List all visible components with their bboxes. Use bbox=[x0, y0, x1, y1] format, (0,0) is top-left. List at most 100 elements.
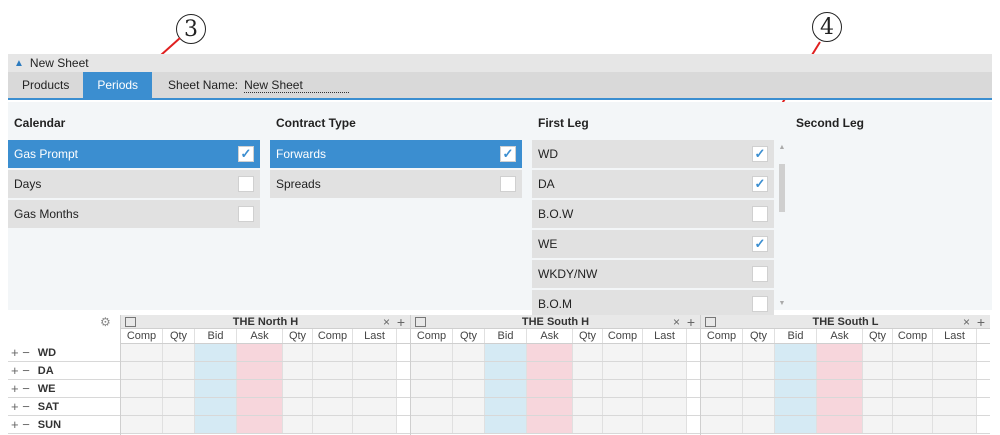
add-icon[interactable]: + bbox=[687, 314, 695, 330]
tab-periods[interactable]: Periods bbox=[83, 72, 153, 98]
table-cell[interactable] bbox=[775, 362, 817, 379]
table-cell[interactable] bbox=[163, 362, 195, 379]
column-header[interactable]: Bid bbox=[485, 329, 527, 343]
table-cell[interactable] bbox=[163, 398, 195, 415]
table-cell[interactable] bbox=[817, 380, 863, 397]
checkbox[interactable] bbox=[238, 176, 254, 192]
contract-item-spreads[interactable]: Spreads bbox=[270, 170, 522, 198]
column-header[interactable]: Comp bbox=[701, 329, 743, 343]
table-cell[interactable] bbox=[121, 380, 163, 397]
table-cell[interactable] bbox=[411, 380, 453, 397]
table-cell[interactable] bbox=[817, 398, 863, 415]
column-header[interactable]: Qty bbox=[863, 329, 893, 343]
table-cell[interactable] bbox=[603, 362, 643, 379]
table-cell[interactable] bbox=[353, 362, 397, 379]
table-cell[interactable] bbox=[453, 380, 485, 397]
table-cell[interactable] bbox=[863, 398, 893, 415]
table-cell[interactable] bbox=[775, 344, 817, 361]
calendar-item-gas-months[interactable]: Gas Months bbox=[8, 200, 260, 228]
checkbox[interactable] bbox=[752, 206, 768, 222]
table-cell[interactable] bbox=[283, 362, 313, 379]
checkbox[interactable] bbox=[752, 266, 768, 282]
column-header[interactable]: Qty bbox=[283, 329, 313, 343]
row-label-sun[interactable]: + − SUN bbox=[8, 416, 120, 434]
table-cell[interactable] bbox=[237, 344, 283, 361]
add-icon[interactable]: + bbox=[977, 314, 985, 330]
first-leg-scrollbar[interactable]: ▲ ▼ bbox=[777, 140, 787, 310]
table-cell[interactable] bbox=[743, 416, 775, 433]
table-cell[interactable] bbox=[603, 380, 643, 397]
close-icon[interactable]: × bbox=[963, 315, 970, 329]
checkbox[interactable] bbox=[752, 296, 768, 312]
table-cell[interactable] bbox=[643, 362, 687, 379]
table-cell[interactable] bbox=[603, 416, 643, 433]
table-cell[interactable] bbox=[485, 362, 527, 379]
table-cell[interactable] bbox=[283, 416, 313, 433]
scroll-thumb[interactable] bbox=[779, 164, 785, 212]
table-cell[interactable] bbox=[573, 398, 603, 415]
column-header[interactable]: Last bbox=[353, 329, 397, 343]
table-cell[interactable] bbox=[933, 362, 977, 379]
column-header[interactable]: Ask bbox=[817, 329, 863, 343]
table-cell[interactable] bbox=[775, 380, 817, 397]
table-cell[interactable] bbox=[527, 380, 573, 397]
table-cell[interactable] bbox=[353, 398, 397, 415]
row-label-wd[interactable]: + − WD bbox=[8, 344, 120, 362]
table-cell[interactable] bbox=[701, 380, 743, 397]
table-cell[interactable] bbox=[453, 344, 485, 361]
table-cell[interactable] bbox=[933, 398, 977, 415]
table-cell[interactable] bbox=[573, 416, 603, 433]
table-cell[interactable] bbox=[353, 380, 397, 397]
table-cell[interactable] bbox=[743, 344, 775, 361]
table-cell[interactable] bbox=[643, 398, 687, 415]
table-cell[interactable] bbox=[485, 416, 527, 433]
table-cell[interactable] bbox=[643, 416, 687, 433]
table-cell[interactable] bbox=[643, 344, 687, 361]
table-cell[interactable] bbox=[163, 344, 195, 361]
table-cell[interactable] bbox=[701, 344, 743, 361]
checkbox[interactable]: ✓ bbox=[500, 146, 516, 162]
row-controls[interactable]: + − bbox=[11, 363, 30, 378]
table-cell[interactable] bbox=[817, 344, 863, 361]
tab-products[interactable]: Products bbox=[8, 72, 83, 98]
first-leg-item-bom[interactable]: B.O.M bbox=[532, 290, 774, 318]
table-cell[interactable] bbox=[411, 398, 453, 415]
checkbox[interactable] bbox=[238, 206, 254, 222]
table-cell[interactable] bbox=[163, 416, 195, 433]
table-cell[interactable] bbox=[701, 416, 743, 433]
table-cell[interactable] bbox=[775, 398, 817, 415]
table-cell[interactable] bbox=[863, 344, 893, 361]
column-header[interactable]: Qty bbox=[453, 329, 485, 343]
sheet-header[interactable]: ▲ New Sheet bbox=[8, 54, 992, 72]
table-cell[interactable] bbox=[485, 398, 527, 415]
table-cell[interactable] bbox=[893, 416, 933, 433]
table-cell[interactable] bbox=[527, 398, 573, 415]
column-header[interactable]: Comp bbox=[313, 329, 353, 343]
table-cell[interactable] bbox=[195, 362, 237, 379]
scroll-up-icon[interactable]: ▲ bbox=[777, 144, 787, 151]
close-icon[interactable]: × bbox=[673, 315, 680, 329]
table-cell[interactable] bbox=[527, 344, 573, 361]
table-cell[interactable] bbox=[817, 362, 863, 379]
sheet-name-input[interactable] bbox=[244, 77, 350, 93]
column-header[interactable]: Comp bbox=[121, 329, 163, 343]
close-icon[interactable]: × bbox=[383, 315, 390, 329]
table-cell[interactable] bbox=[701, 362, 743, 379]
table-cell[interactable] bbox=[485, 380, 527, 397]
column-header[interactable]: Ask bbox=[237, 329, 283, 343]
first-leg-item-wd[interactable]: WD ✓ bbox=[532, 140, 774, 168]
row-controls[interactable]: + − bbox=[11, 417, 30, 432]
table-cell[interactable] bbox=[237, 416, 283, 433]
chevron-up-icon[interactable]: ▲ bbox=[14, 58, 24, 69]
table-cell[interactable] bbox=[237, 398, 283, 415]
table-cell[interactable] bbox=[195, 416, 237, 433]
table-cell[interactable] bbox=[485, 344, 527, 361]
table-cell[interactable] bbox=[411, 362, 453, 379]
table-cell[interactable] bbox=[353, 416, 397, 433]
table-cell[interactable] bbox=[237, 362, 283, 379]
table-cell[interactable] bbox=[933, 380, 977, 397]
column-header[interactable]: Last bbox=[933, 329, 977, 343]
table-cell[interactable] bbox=[313, 380, 353, 397]
table-cell[interactable] bbox=[743, 362, 775, 379]
calendar-item-gas-prompt[interactable]: Gas Prompt ✓ bbox=[8, 140, 260, 168]
